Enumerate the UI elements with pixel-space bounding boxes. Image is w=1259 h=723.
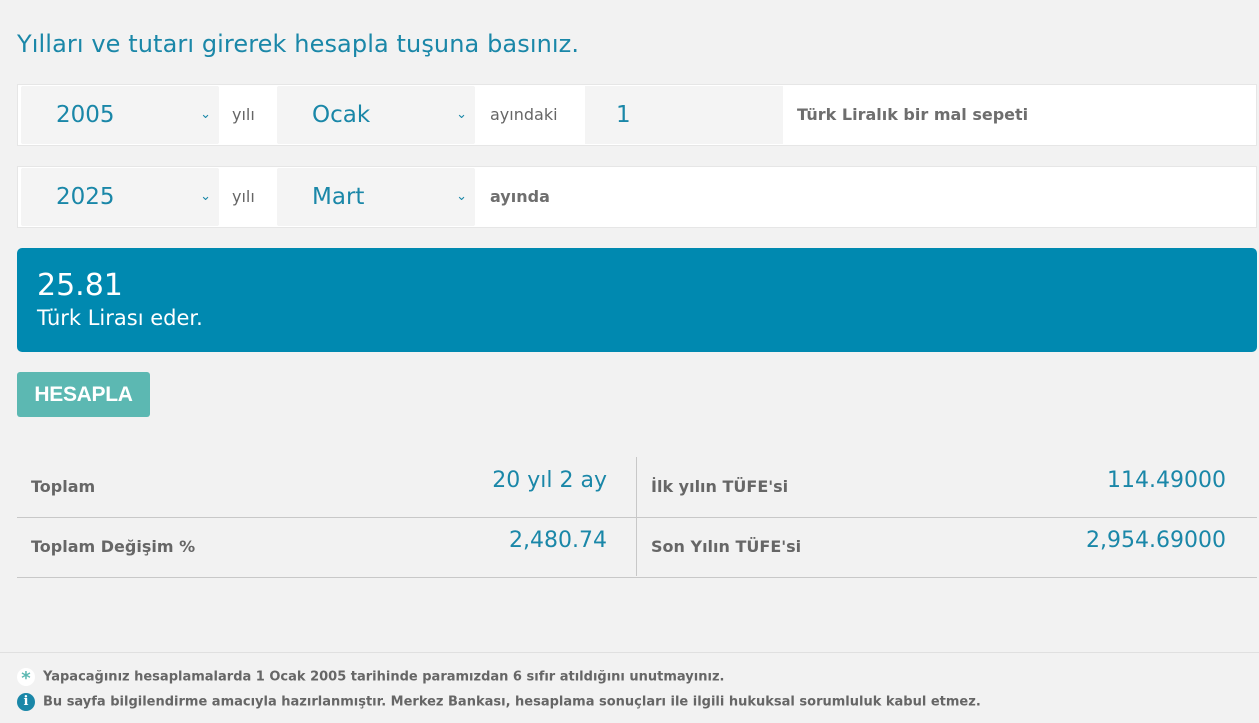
start-month-label: ayındaki [490, 105, 558, 124]
result-value: 25.81 [37, 268, 123, 303]
chevron-down-icon: ⌄ [456, 107, 467, 122]
start-year-select[interactable]: 2005 ⌄ [21, 86, 219, 144]
end-date-row: 2025 ⌄ yılı Mart ⌄ ayında [17, 166, 1257, 228]
amount-input[interactable]: 1 [585, 86, 783, 144]
chevron-down-icon: ⌄ [200, 107, 211, 122]
asterisk-icon: * [17, 668, 35, 689]
end-year-label: yılı [232, 187, 255, 206]
note1-text: Yapacağınız hesaplamalarda 1 Ocak 2005 t… [43, 669, 725, 685]
last-cpi-label: Son Yılın TÜFE'si [651, 537, 802, 556]
note-redenomination: * Yapacağınız hesaplamalarda 1 Ocak 2005 … [17, 668, 725, 689]
end-month-value: Mart [312, 184, 365, 210]
page-title: Yılları ve tutarı girerek hesapla tuşuna… [17, 30, 580, 58]
amount-label: Türk Liralık bir mal sepeti [797, 105, 1029, 124]
chevron-down-icon: ⌄ [456, 189, 467, 204]
chevron-down-icon: ⌄ [200, 189, 211, 204]
end-year-select[interactable]: 2025 ⌄ [21, 168, 219, 226]
start-month-select[interactable]: Ocak ⌄ [277, 86, 475, 144]
first-cpi-label: İlk yılın TÜFE'si [651, 477, 789, 496]
calculate-button[interactable]: HESAPLA [17, 372, 150, 417]
end-month-select[interactable]: Mart ⌄ [277, 168, 475, 226]
end-month-label: ayında [490, 187, 550, 206]
change-value: 2,480.74 [509, 528, 607, 553]
result-text: Türk Lirası eder. [37, 306, 203, 330]
end-year-value: 2025 [56, 184, 115, 210]
stats-row: Toplam Değişim % 2,480.74 Son Yılın TÜFE… [17, 517, 1257, 578]
total-value: 20 yıl 2 ay [492, 468, 607, 493]
start-year-label: yılı [232, 105, 255, 124]
start-month-value: Ocak [312, 102, 371, 128]
total-label: Toplam [31, 477, 96, 496]
info-icon: i [17, 693, 35, 711]
result-panel: 25.81 Türk Lirası eder. [17, 248, 1257, 352]
start-date-row: 2005 ⌄ yılı Ocak ⌄ ayındaki 1 Türk Liral… [17, 84, 1257, 146]
note2-text: Bu sayfa bilgilendirme amacıyla hazırlan… [43, 694, 981, 710]
stats-row: Toplam 20 yıl 2 ay İlk yılın TÜFE'si 114… [17, 457, 1257, 518]
note-disclaimer: i Bu sayfa bilgilendirme amacıyla hazırla… [17, 693, 981, 711]
column-divider [636, 457, 637, 576]
change-label: Toplam Değişim % [31, 537, 196, 556]
last-cpi-value: 2,954.69000 [1086, 528, 1226, 553]
first-cpi-value: 114.49000 [1107, 468, 1226, 493]
footer-divider [0, 652, 1259, 653]
start-year-value: 2005 [56, 102, 115, 128]
stats-table: Toplam 20 yıl 2 ay İlk yılın TÜFE'si 114… [17, 457, 1257, 578]
